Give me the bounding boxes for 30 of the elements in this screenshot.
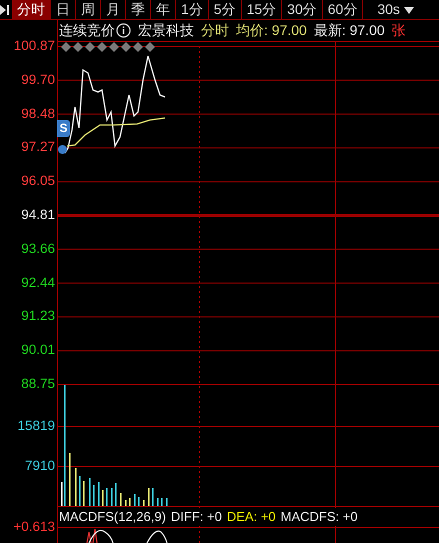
average-price: 均价: 97.00 (236, 22, 307, 40)
price-label: 99.70 (21, 72, 55, 88)
info-icon[interactable] (116, 23, 131, 38)
price-label: 93.66 (21, 240, 55, 257)
macd-title: MACDFS(12,26,9) (59, 508, 166, 526)
price-label: 98.48 (21, 106, 55, 122)
signal-dot (58, 145, 67, 154)
volume-label: 7910 (24, 458, 55, 474)
dropdown-caret-icon[interactable] (404, 7, 414, 14)
skip-back-icon[interactable] (0, 4, 9, 16)
diff-value: DIFF: +0 (170, 508, 222, 526)
chart-mode: 分时 (201, 22, 229, 40)
price-label: 100.87 (14, 38, 55, 54)
price-label: 94.81 (21, 206, 55, 223)
price-label: 88.75 (21, 376, 55, 392)
price-label: 96.05 (21, 173, 55, 190)
latest-price: 最新: 97.00 (314, 22, 385, 40)
price-label: 91.23 (21, 308, 55, 324)
volume-label: 15819 (17, 418, 55, 434)
price-label: 97.27 (21, 139, 55, 156)
macd-axis-label: +0.613 (13, 518, 55, 535)
macdfs-value: MACDFS: +0 (280, 508, 358, 526)
price-label: 92.44 (21, 274, 55, 291)
signal-badge[interactable]: S (57, 120, 70, 137)
dea-value: DEA: +0 (226, 508, 276, 526)
session-label: 连续竞价 (59, 22, 115, 40)
price-label: 90.01 (21, 342, 55, 358)
stock-name: 宏景科技 (138, 22, 194, 40)
period-tab[interactable]: 分时 (12, 0, 51, 19)
limit-label: 张 (392, 22, 406, 40)
